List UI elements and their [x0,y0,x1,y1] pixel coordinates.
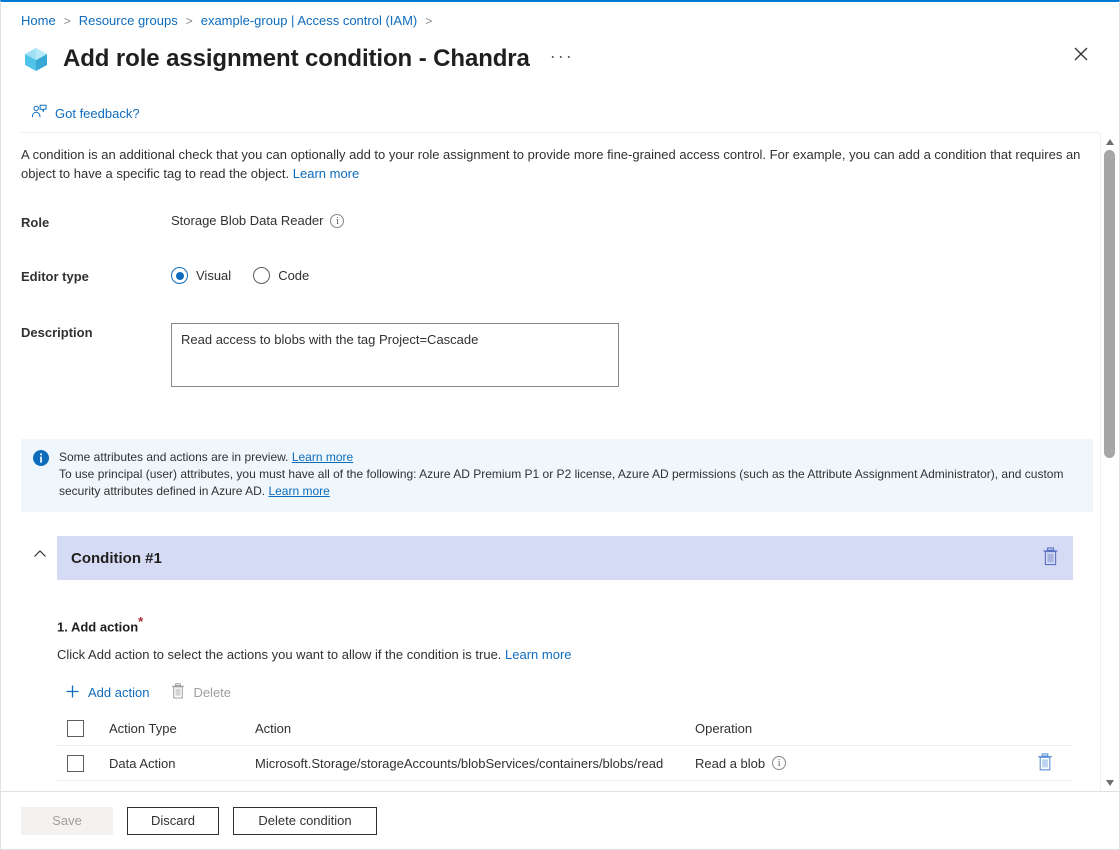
table-header-row: Action Type Action Operation [57,711,1073,746]
select-all-cell [57,720,109,737]
breadcrumb-item-access-control[interactable]: example-group | Access control (IAM) [201,12,418,30]
column-header-operation: Operation [695,721,1017,736]
intro-paragraph: A condition is an additional check that … [21,145,1093,183]
actions-table: Action Type Action Operation Data Action… [57,711,1073,781]
breadcrumb-item-resource-groups[interactable]: Resource groups [79,12,178,30]
delete-action-button-label: Delete [193,685,231,700]
add-action-section-description: Click Add action to select the actions y… [57,647,572,662]
blade-content: A condition is an additional check that … [1,133,1119,791]
editor-type-label: Editor type [21,267,171,284]
radio-code-label: Code [278,268,309,283]
delete-condition-button[interactable]: Delete condition [233,807,377,835]
select-all-checkbox[interactable] [67,720,84,737]
row-delete-cell [1017,753,1073,774]
row-checkbox[interactable] [67,755,84,772]
delete-action-button[interactable]: Delete [163,678,239,707]
add-action-section-title: 1. Add action* [57,615,143,634]
required-asterisk: * [138,614,143,629]
role-value: Storage Blob Data Reader [171,213,323,228]
radio-visual-label: Visual [196,268,231,283]
notice-line-2-text: To use principal (user) attributes, you … [59,467,1063,498]
trash-icon [171,683,185,702]
operation-info-icon[interactable]: i [772,756,786,770]
more-options-icon[interactable]: ··· [544,47,580,65]
role-row: Role Storage Blob Data Reader i [21,213,344,230]
page-title: Add role assignment condition - Chandra [63,45,530,73]
description-row: Description [21,323,619,387]
editor-type-row: Editor type Visual Code [21,267,309,284]
save-button[interactable]: Save [21,807,113,835]
cell-action-type: Data Action [109,756,255,771]
column-header-action-type: Action Type [109,721,255,736]
close-icon[interactable] [1065,38,1097,70]
breadcrumb-separator: > [186,12,193,30]
footer-button-bar: Save Discard Delete condition [1,791,1119,849]
add-action-description-text: Click Add action to select the actions y… [57,647,501,662]
table-row[interactable]: Data Action Microsoft.Storage/storageAcc… [57,746,1073,781]
notice-line-1-text: Some attributes and actions are in previ… [59,450,288,464]
feedback-person-icon [31,104,47,123]
notice-line-2-link[interactable]: Learn more [268,484,329,498]
add-action-button-label: Add action [88,685,149,700]
role-value-group: Storage Blob Data Reader i [171,213,344,228]
azure-cube-icon [21,44,51,74]
breadcrumb-separator: > [425,12,432,30]
description-label: Description [21,323,171,340]
discard-button[interactable]: Discard [127,807,219,835]
chevron-up-icon[interactable] [31,545,49,563]
got-feedback-button[interactable]: Got feedback? [25,100,146,127]
breadcrumb: Home > Resource groups > example-group |… [21,12,440,30]
role-info-icon[interactable]: i [330,214,344,228]
blade-panel: Home > Resource groups > example-group |… [0,0,1120,850]
preview-notice-text: Some attributes and actions are in previ… [59,449,1081,500]
condition-header: Condition #1 [57,536,1073,580]
cell-operation-text: Read a blob [695,756,765,771]
condition-delete-icon[interactable] [1042,547,1059,569]
plus-icon [65,684,80,702]
scroll-up-icon[interactable] [1101,133,1118,150]
blade-title-row: Add role assignment condition - Chandra … [21,38,1099,80]
column-header-action: Action [255,721,695,736]
radio-code[interactable]: Code [253,267,309,284]
vertical-scrollbar[interactable] [1100,133,1118,791]
row-delete-icon[interactable] [1037,753,1053,774]
intro-text: A condition is an additional check that … [21,147,1080,181]
role-label: Role [21,213,171,230]
breadcrumb-separator: > [64,12,71,30]
scroll-down-icon[interactable] [1101,774,1118,791]
condition-title: Condition #1 [71,550,162,567]
radio-visual-mark [171,267,188,284]
scrollbar-thumb[interactable] [1104,150,1115,458]
preview-notice: Some attributes and actions are in previ… [21,439,1093,512]
radio-code-mark [253,267,270,284]
notice-line-2: To use principal (user) attributes, you … [59,466,1081,500]
description-input[interactable] [171,323,619,387]
radio-visual[interactable]: Visual [171,267,231,284]
breadcrumb-item-home[interactable]: Home [21,12,56,30]
command-bar: Got feedback? [21,94,1099,133]
row-select-cell [57,755,109,772]
action-toolbar: Add action Delete [57,678,239,707]
add-action-button[interactable]: Add action [57,679,157,707]
intro-learn-more-link[interactable]: Learn more [293,166,359,181]
notice-line-1-link[interactable]: Learn more [292,450,353,464]
add-action-learn-more-link[interactable]: Learn more [505,647,571,662]
notice-line-1: Some attributes and actions are in previ… [59,449,1081,466]
add-action-section-title-text: 1. Add action [57,619,138,634]
cell-operation: Read a blob i [695,756,1017,771]
info-icon [33,450,49,466]
editor-type-radio-group: Visual Code [171,267,309,284]
cell-action: Microsoft.Storage/storageAccounts/blobSe… [255,756,695,771]
got-feedback-label: Got feedback? [55,106,140,121]
